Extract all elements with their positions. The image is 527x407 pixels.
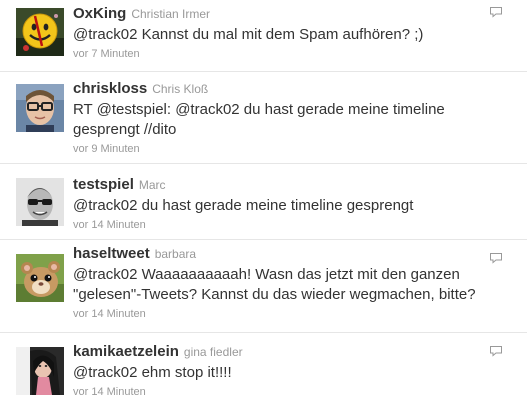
reply-icon[interactable] bbox=[489, 6, 503, 18]
tweet-item: kamikaetzelein gina fiedler @track02 ehm … bbox=[0, 333, 527, 407]
tweet-text: @track02 Kannst du mal mit dem Spam aufh… bbox=[73, 26, 424, 43]
tweet-timestamp[interactable]: vor 14 Minuten bbox=[73, 386, 487, 398]
smiley-avatar[interactable] bbox=[16, 8, 64, 56]
man-with-sunglasses-avatar[interactable] bbox=[16, 178, 64, 226]
full-name: gina fiedler bbox=[183, 345, 243, 359]
full-name: barbara bbox=[154, 247, 197, 261]
tweet-item: testspiel Marc @track02 du hast gerade me… bbox=[0, 164, 527, 240]
tweet-timestamp[interactable]: vor 14 Minuten bbox=[73, 308, 487, 320]
hamster-avatar[interactable] bbox=[16, 254, 64, 302]
tweet-text: @track02 Waaaaaaaaaah! Wasn das jetzt mi… bbox=[73, 266, 476, 303]
tweet-text: @track02 du hast gerade meine timeline g… bbox=[73, 197, 414, 214]
tweet-timestamp[interactable]: vor 14 Minuten bbox=[73, 219, 487, 231]
screen-name[interactable]: OxKing bbox=[73, 5, 126, 22]
tweet-item: OxKing Christian Irmer @track02 Kannst du… bbox=[0, 0, 527, 72]
screen-name[interactable]: testspiel bbox=[73, 176, 134, 193]
screen-name[interactable]: chriskloss bbox=[73, 80, 147, 97]
full-name: Marc bbox=[138, 178, 166, 192]
full-name: Christian Irmer bbox=[131, 7, 211, 21]
tweet-item: chriskloss Chris Kloß RT @testspiel: @tra… bbox=[0, 72, 527, 164]
full-name: Chris Kloß bbox=[152, 82, 209, 96]
screen-name[interactable]: haseltweet bbox=[73, 245, 150, 262]
reply-icon[interactable] bbox=[489, 252, 503, 264]
tweet-timestamp[interactable]: vor 7 Minuten bbox=[73, 48, 487, 60]
tweet-text: @track02 ehm stop it!!!! bbox=[73, 364, 232, 381]
tweet-item: haseltweet barbara @track02 Waaaaaaaaaah!… bbox=[0, 240, 527, 333]
tweet-timestamp[interactable]: vor 9 Minuten bbox=[73, 143, 487, 155]
tweet-text: RT @testspiel: @track02 du hast gerade m… bbox=[73, 101, 445, 138]
screen-name[interactable]: kamikaetzelein bbox=[73, 343, 179, 360]
reply-icon[interactable] bbox=[489, 345, 503, 357]
man-with-glasses-avatar[interactable] bbox=[16, 84, 64, 132]
woman-avatar[interactable] bbox=[16, 347, 64, 395]
